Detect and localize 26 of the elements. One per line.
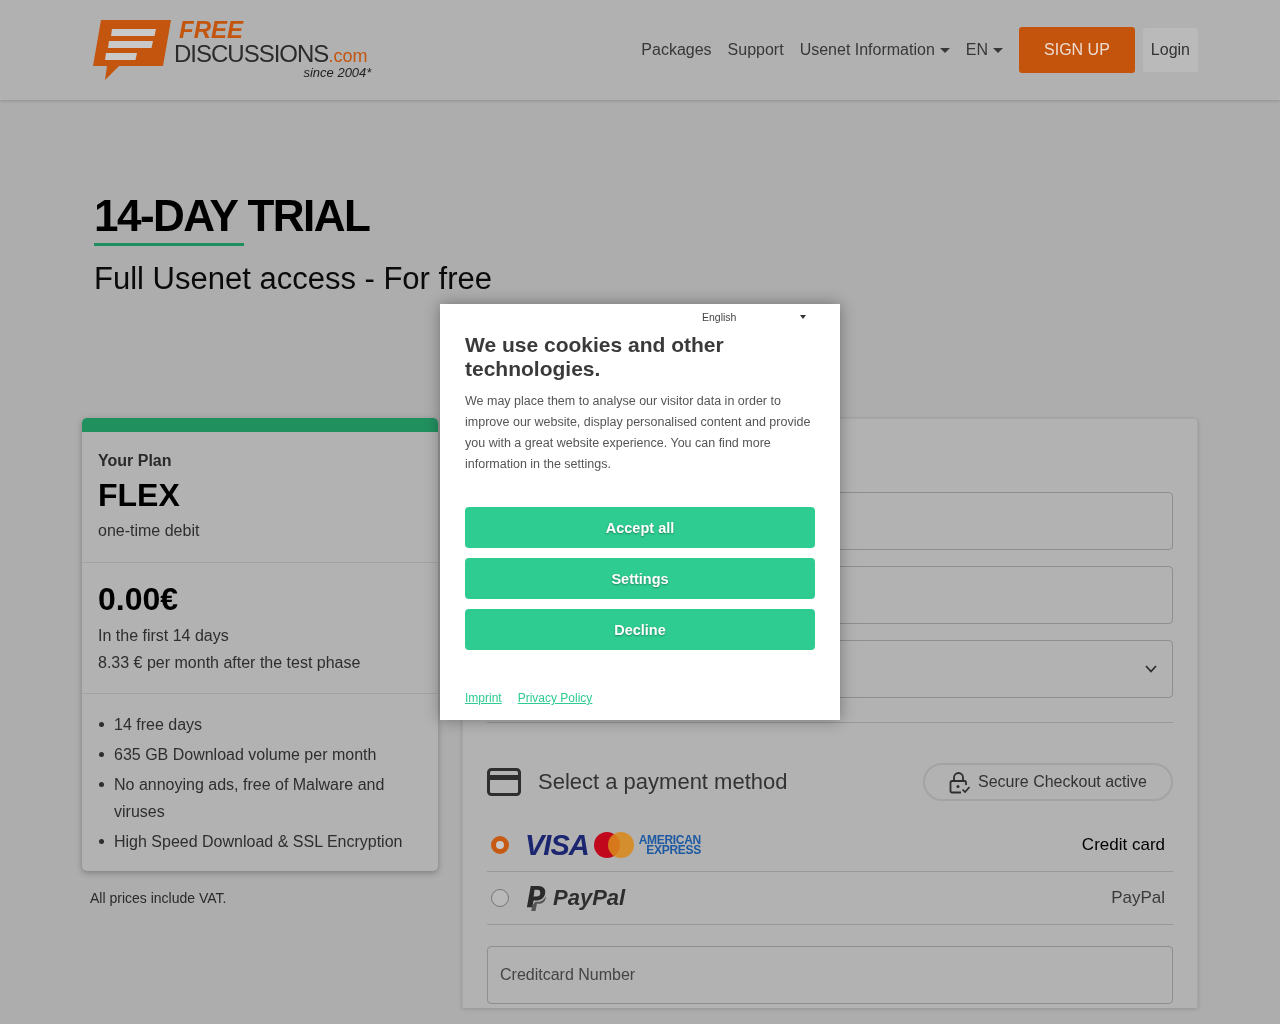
logo-tagline: since 2004*	[303, 66, 372, 80]
payment-method-label: Credit card	[1081, 835, 1165, 855]
feature-text: 635 GB Download volume per month	[114, 744, 377, 765]
price-note: 8.33 € per month after the test phase	[98, 653, 361, 673]
dialog-text: We may place them to analyse our visitor data in order to improve our website, display personalised content and provide you with a great website experience. You can find more information in the settings.	[465, 393, 812, 473]
billing-text: one-time debit	[98, 521, 200, 541]
payment-brand-text: PayPal	[553, 885, 626, 911]
badge-text: Secure Checkout active	[978, 773, 1147, 791]
logo-domain: .com	[328, 46, 368, 66]
vat-note: All prices include VAT.	[90, 889, 227, 908]
payment-method-label: PayPal	[1111, 888, 1165, 908]
section-title: Select a payment method	[538, 769, 788, 795]
price-text: 0.00€	[98, 580, 179, 618]
price-note: In the first 14 days	[98, 626, 229, 646]
feature-text: No annoying ads, free of Malware and viruses	[114, 774, 386, 822]
logo-word: FREE	[179, 18, 243, 42]
card-brand-text: VISA	[525, 830, 589, 860]
page-subtitle: Full Usenet access - For free	[94, 260, 492, 298]
feature-text: High Speed Download & SSL Encryption	[114, 831, 403, 852]
plan-name: FLEX	[98, 476, 180, 514]
plan-label: Your Plan	[98, 451, 172, 471]
dialog-title: We use cookies and other technologies.	[465, 333, 725, 381]
page-title: 14-DAY TRIAL	[94, 190, 370, 242]
feature-text: 14 free days	[114, 714, 203, 735]
card-brand-text: AMERICAN EXPRESS	[638, 835, 701, 855]
logo-word: DISCUSSIONS	[174, 42, 329, 66]
